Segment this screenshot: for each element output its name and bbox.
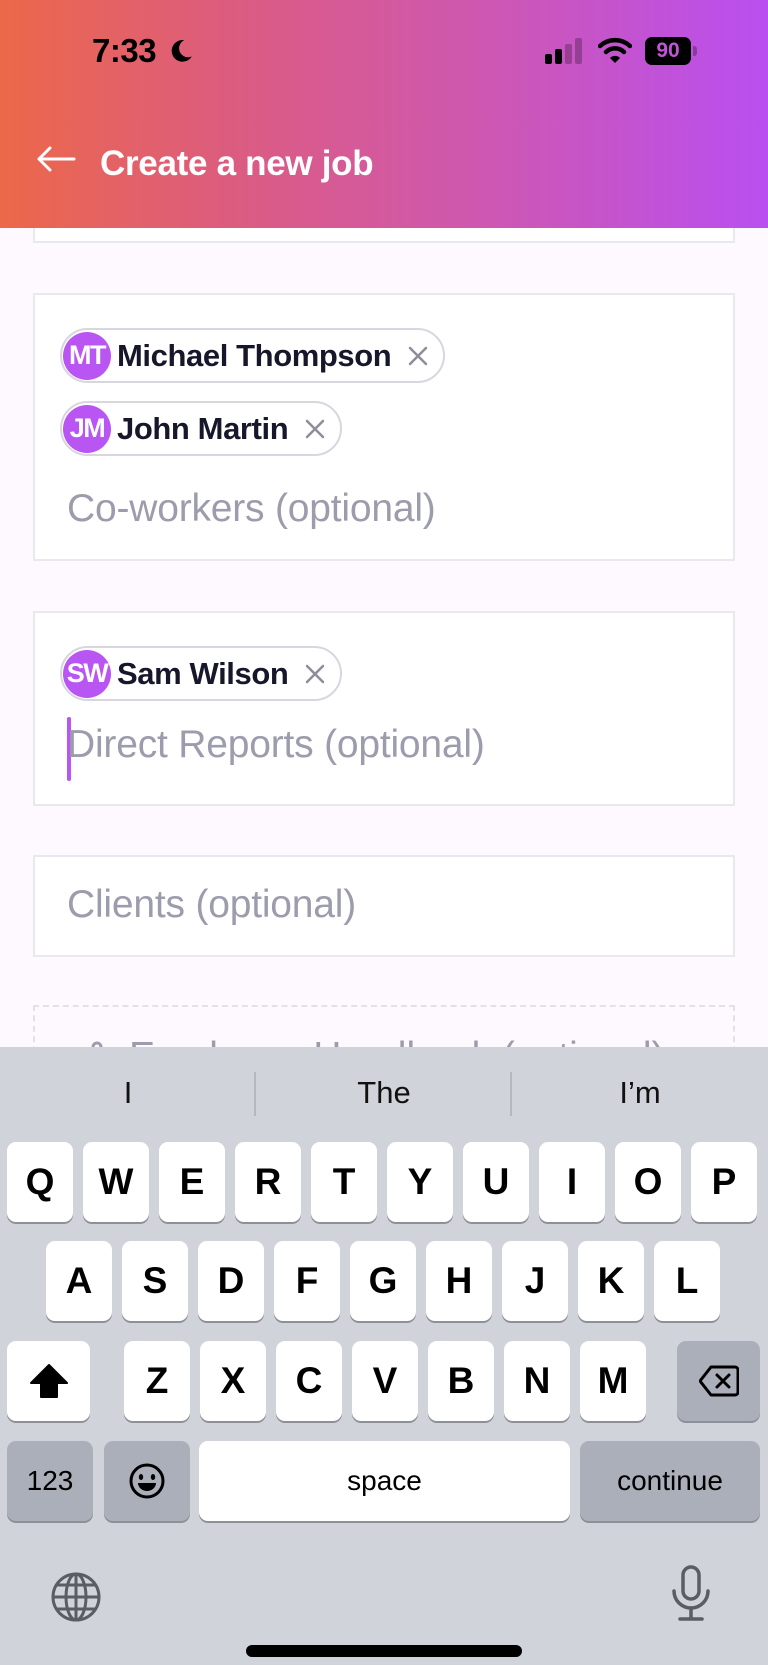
coworkers-input-placeholder[interactable]: Co-workers (optional) (67, 487, 436, 531)
key-d[interactable]: D (198, 1241, 264, 1321)
key-b[interactable]: B (428, 1341, 494, 1421)
key-i[interactable]: I (539, 1142, 605, 1222)
key-f[interactable]: F (274, 1241, 340, 1321)
key-h[interactable]: H (426, 1241, 492, 1321)
key-x[interactable]: X (200, 1341, 266, 1421)
direct-reports-field[interactable]: SW Sam Wilson Direct Reports (optional) (33, 611, 735, 806)
avatar: MT (63, 331, 111, 380)
status-time: 7:33 (92, 32, 157, 69)
space-key-label: space (347, 1465, 422, 1496)
emoji-key[interactable] (104, 1441, 190, 1521)
shift-arrow-icon (29, 1364, 68, 1398)
key-m[interactable]: M (580, 1341, 646, 1421)
moon-icon (171, 40, 192, 62)
home-indicator (246, 1645, 522, 1657)
close-icon[interactable] (304, 663, 326, 685)
key-s[interactable]: S (122, 1241, 188, 1321)
globe-icon[interactable] (50, 1571, 102, 1623)
key-t[interactable]: T (311, 1142, 377, 1222)
key-z[interactable]: Z (124, 1341, 190, 1421)
close-icon[interactable] (304, 418, 326, 440)
chip-name: John Martin (117, 410, 289, 446)
key-g[interactable]: G (350, 1241, 416, 1321)
continue-key[interactable]: continue (580, 1441, 760, 1521)
coworker-chip[interactable]: JM John Martin (60, 401, 343, 456)
key-j[interactable]: J (502, 1241, 568, 1321)
suggestion-1[interactable]: I (0, 1075, 256, 1111)
battery-tip (693, 46, 697, 56)
key-q[interactable]: Q (7, 1142, 73, 1222)
coworkers-field[interactable]: MT Michael Thompson JM John Martin Co-wo… (33, 293, 735, 561)
battery-level: 90 (645, 37, 691, 65)
suggestion-3[interactable]: I’m (512, 1075, 768, 1111)
space-key[interactable]: space (199, 1441, 570, 1521)
app-header: 7:33 90 Create a new job (0, 0, 768, 228)
coworker-chip[interactable]: MT Michael Thompson (60, 328, 446, 383)
direct-reports-input-placeholder[interactable]: Direct Reports (optional) (67, 723, 485, 767)
continue-key-label: continue (617, 1465, 723, 1496)
cellular-signal-icon (545, 38, 582, 64)
close-icon[interactable] (407, 345, 429, 367)
direct-report-chip[interactable]: SW Sam Wilson (60, 646, 343, 701)
suggestion-2[interactable]: The (256, 1075, 512, 1111)
key-r[interactable]: R (235, 1142, 301, 1222)
key-u[interactable]: U (463, 1142, 529, 1222)
chip-name: Sam Wilson (117, 655, 289, 691)
numbers-key-label: 123 (26, 1465, 74, 1496)
avatar: JM (63, 404, 111, 453)
clients-input-placeholder[interactable]: Clients (optional) (67, 883, 356, 927)
key-c[interactable]: C (276, 1341, 342, 1421)
key-v[interactable]: V (352, 1341, 418, 1421)
page-title: Create a new job (100, 144, 374, 183)
key-a[interactable]: A (46, 1241, 112, 1321)
shift-key[interactable] (7, 1341, 90, 1421)
key-o[interactable]: O (615, 1142, 681, 1222)
key-p[interactable]: P (691, 1142, 757, 1222)
ios-keyboard: I The I’m 123 space continue Q W E R T Y… (0, 1047, 768, 1665)
key-e[interactable]: E (159, 1142, 225, 1222)
back-arrow-icon[interactable] (36, 146, 76, 172)
numbers-key[interactable]: 123 (7, 1441, 93, 1521)
key-k[interactable]: K (578, 1241, 644, 1321)
wifi-icon (598, 37, 632, 63)
microphone-icon[interactable] (670, 1565, 712, 1623)
battery-indicator: 90 (645, 37, 701, 65)
backspace-icon (698, 1365, 739, 1397)
avatar: SW (63, 649, 111, 698)
clients-field[interactable]: Clients (optional) (33, 855, 735, 957)
chip-name: Michael Thompson (117, 337, 392, 373)
key-l[interactable]: L (654, 1241, 720, 1321)
key-n[interactable]: N (504, 1341, 570, 1421)
key-y[interactable]: Y (387, 1142, 453, 1222)
key-w[interactable]: W (83, 1142, 149, 1222)
delete-key[interactable] (677, 1341, 760, 1421)
emoji-icon (129, 1463, 165, 1499)
